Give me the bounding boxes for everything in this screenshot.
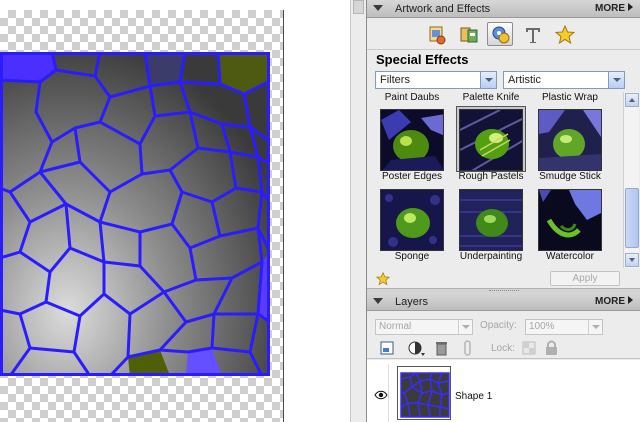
panel-title: Layers bbox=[395, 296, 429, 308]
canvas-vertical-scrollbar[interactable] bbox=[350, 0, 366, 422]
collapse-triangle-icon[interactable] bbox=[373, 298, 383, 304]
artwork-effects-header[interactable]: Artwork and Effects MORE bbox=[367, 0, 640, 18]
lock-transparency-icon[interactable] bbox=[521, 340, 539, 356]
artistic-dropdown[interactable]: Artistic bbox=[503, 71, 625, 89]
effect-label: Rough Pastels bbox=[458, 171, 524, 182]
eye-icon[interactable] bbox=[374, 390, 388, 400]
effect-label-partial[interactable]: Paint Daubs bbox=[373, 92, 451, 103]
artistic-dropdown-value: Artistic bbox=[508, 74, 541, 86]
blend-mode-select[interactable]: Normal bbox=[375, 319, 473, 335]
effect-underpainting[interactable]: Underpainting bbox=[452, 185, 530, 265]
blend-mode-value: Normal bbox=[379, 321, 412, 332]
opacity-value: 100% bbox=[529, 321, 555, 332]
palette-bin: Artwork and Effects MORE Special Effects… bbox=[366, 0, 640, 422]
apply-button[interactable]: Apply bbox=[550, 271, 620, 286]
effect-thumbnail bbox=[538, 189, 602, 251]
effect-thumbnail bbox=[459, 109, 523, 171]
collapse-triangle-icon[interactable] bbox=[373, 5, 383, 11]
effect-thumbnail bbox=[459, 189, 523, 251]
effects-scrollbar[interactable] bbox=[623, 92, 639, 268]
document-edge bbox=[283, 10, 284, 422]
effects-footer: Apply bbox=[367, 270, 640, 288]
lock-label: Lock: bbox=[491, 343, 515, 354]
effect-watercolor[interactable]: Watercolor bbox=[531, 185, 609, 265]
effect-thumbnail bbox=[538, 109, 602, 171]
graphics-icon[interactable] bbox=[455, 22, 481, 46]
filters-dropdown[interactable]: Filters bbox=[375, 71, 497, 89]
effect-label: Watercolor bbox=[546, 251, 594, 262]
layers-toolbar: Lock: bbox=[367, 337, 640, 359]
chevron-down-icon[interactable] bbox=[480, 72, 496, 88]
effect-label: Sponge bbox=[394, 251, 430, 262]
document-canvas[interactable] bbox=[0, 0, 366, 422]
opacity-label: Opacity: bbox=[480, 320, 517, 331]
effect-thumbnail bbox=[380, 109, 444, 171]
special-effects-title: Special Effects bbox=[376, 52, 469, 67]
effect-label-partial[interactable]: Palette Knife bbox=[452, 92, 530, 103]
artwork-icon[interactable] bbox=[423, 22, 449, 46]
effect-thumbnail bbox=[380, 189, 444, 251]
more-menu-button[interactable]: MORE bbox=[595, 3, 633, 14]
effect-label: Underpainting bbox=[459, 251, 523, 262]
scroll-up-icon[interactable] bbox=[625, 93, 639, 107]
layer-thumbnail bbox=[397, 366, 451, 420]
effects-scroll-thumb[interactable] bbox=[625, 188, 639, 248]
layer-list: Shape 1 bbox=[367, 360, 640, 422]
panel-title: Artwork and Effects bbox=[395, 3, 491, 15]
scroll-down-icon[interactable] bbox=[625, 253, 639, 267]
chevron-down-icon bbox=[458, 320, 472, 334]
effects-icon[interactable] bbox=[487, 22, 513, 46]
opacity-arrow-icon bbox=[588, 320, 602, 334]
category-icon-bar bbox=[367, 18, 640, 50]
effect-label-partial[interactable]: Plastic Wrap bbox=[531, 92, 609, 103]
trash-icon[interactable] bbox=[433, 340, 451, 356]
layers-header[interactable]: Layers MORE bbox=[367, 293, 640, 311]
adjustment-layer-icon[interactable] bbox=[407, 340, 425, 356]
effect-rough-pastels[interactable]: Rough Pastels bbox=[452, 105, 530, 185]
text-icon[interactable] bbox=[519, 22, 545, 46]
layer-row[interactable]: Shape 1 bbox=[367, 362, 640, 422]
canvas-scroll-thumb[interactable] bbox=[353, 0, 364, 14]
opacity-field[interactable]: 100% bbox=[525, 319, 603, 335]
visibility-toggle[interactable] bbox=[373, 364, 389, 422]
stained-glass-artwork bbox=[0, 52, 270, 376]
add-favorite-star-icon[interactable] bbox=[376, 272, 390, 286]
effects-grid: Paint Daubs Palette Knife Plastic Wrap P… bbox=[373, 92, 613, 268]
favorites-star-icon[interactable] bbox=[551, 22, 577, 46]
lock-all-icon[interactable] bbox=[543, 340, 561, 356]
new-layer-icon[interactable] bbox=[379, 340, 397, 356]
effect-poster-edges[interactable]: Poster Edges bbox=[373, 105, 451, 185]
effect-label: Poster Edges bbox=[381, 171, 443, 182]
effect-smudge-stick[interactable]: Smudge Stick bbox=[531, 105, 609, 185]
filters-dropdown-value: Filters bbox=[380, 74, 410, 86]
layer-name[interactable]: Shape 1 bbox=[455, 391, 492, 402]
effect-sponge[interactable]: Sponge bbox=[373, 185, 451, 265]
effect-label: Smudge Stick bbox=[539, 171, 601, 182]
more-menu-button[interactable]: MORE bbox=[595, 296, 633, 307]
chevron-down-icon[interactable] bbox=[608, 72, 624, 88]
link-icon[interactable] bbox=[459, 340, 477, 356]
